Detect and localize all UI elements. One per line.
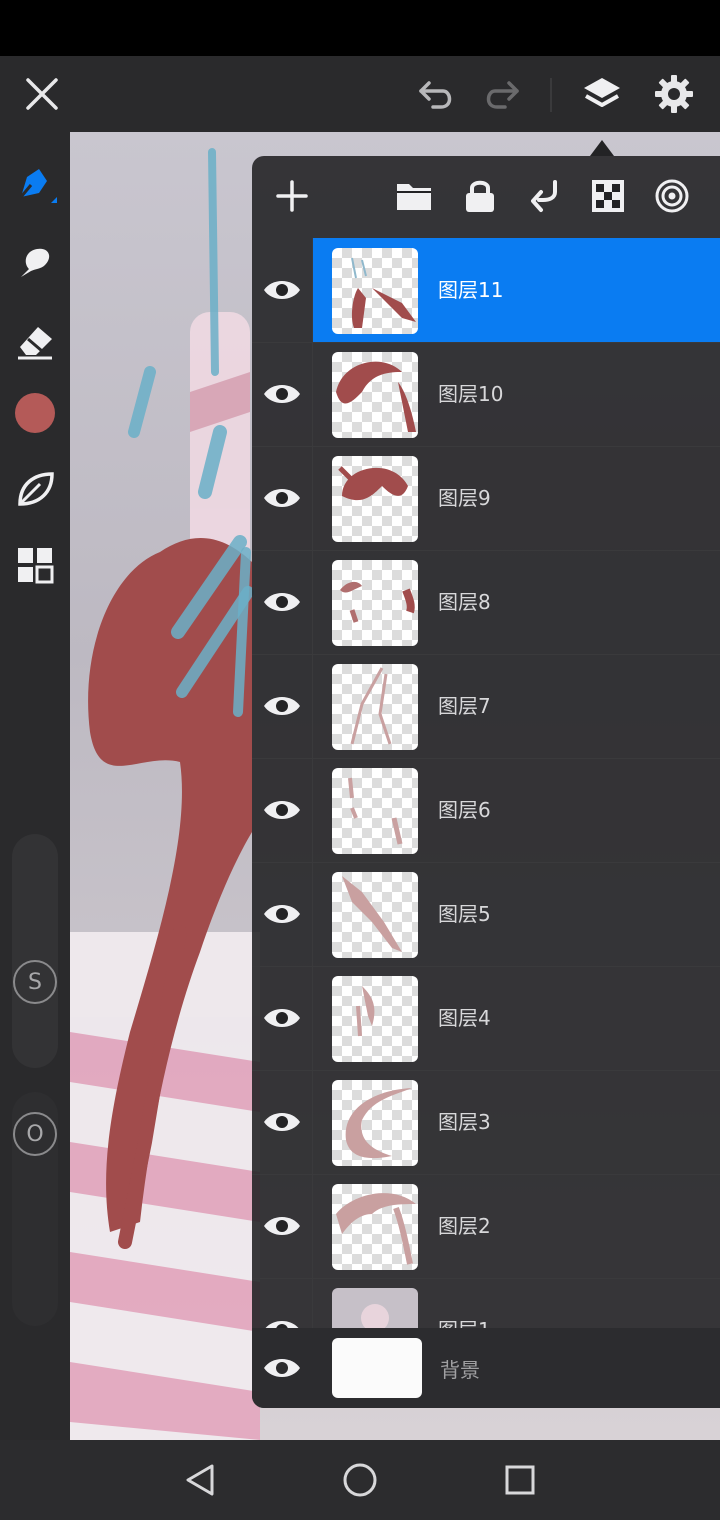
layer-row[interactable]: 图层11 (252, 238, 720, 343)
opacity-slider[interactable]: O (12, 1092, 58, 1326)
home-icon[interactable] (336, 1458, 384, 1502)
layer-thumbnail (332, 1080, 418, 1166)
layer-thumbnail (332, 1288, 418, 1328)
row-divider (312, 654, 313, 758)
eraser-icon[interactable] (8, 316, 62, 366)
layer-row[interactable]: 图层3 (252, 1070, 720, 1175)
eye-icon[interactable] (258, 790, 306, 830)
top-toolbar (0, 56, 720, 132)
toolbar-divider (550, 78, 552, 112)
row-divider (312, 238, 313, 342)
brush-icon[interactable] (8, 160, 62, 210)
row-divider (312, 862, 313, 966)
color-swatch[interactable] (8, 388, 62, 438)
eye-icon[interactable] (258, 998, 306, 1038)
layer-name: 图层4 (438, 1006, 491, 1030)
layer-row[interactable]: 图层9 (252, 446, 720, 551)
back-icon[interactable] (176, 1458, 224, 1502)
layer-row[interactable]: 图层5 (252, 862, 720, 967)
row-divider (312, 342, 313, 446)
eye-icon[interactable] (258, 894, 306, 934)
layer-row[interactable]: 图层1 (252, 1278, 720, 1328)
layer-row[interactable]: 图层7 (252, 654, 720, 759)
layer-row[interactable]: 图层2 (252, 1174, 720, 1279)
background-layer-row[interactable]: 背景 (252, 1328, 720, 1408)
size-slider[interactable]: S (12, 834, 58, 1068)
layer-list: 图层11 图层10 图层9 图层8 图层7 图层6 图层5 图层4 图层3 图层… (252, 238, 720, 1328)
eye-icon[interactable] (258, 686, 306, 726)
merge-down-icon[interactable] (522, 174, 566, 218)
layer-thumbnail (332, 352, 418, 438)
layer-name: 图层9 (438, 486, 491, 510)
row-divider (312, 1174, 313, 1278)
row-divider (312, 550, 313, 654)
eye-icon[interactable] (258, 478, 306, 518)
background-thumbnail (332, 1338, 422, 1398)
eye-icon[interactable] (258, 1102, 306, 1142)
add-icon[interactable] (270, 174, 314, 218)
size-slider-handle[interactable]: S (13, 960, 57, 1004)
eye-icon[interactable] (258, 270, 306, 310)
layer-thumbnail (332, 872, 418, 958)
layer-name: 图层8 (438, 590, 491, 614)
smudge-icon[interactable] (8, 238, 62, 288)
row-divider (312, 446, 313, 550)
layer-name: 图层7 (438, 694, 491, 718)
layer-thumbnail (332, 456, 418, 542)
folder-icon[interactable] (392, 174, 436, 218)
close-icon[interactable] (18, 70, 66, 118)
layers-panel-toolbar (252, 156, 720, 236)
eye-icon[interactable] (258, 1348, 306, 1388)
layer-row[interactable]: 图层10 (252, 342, 720, 447)
layer-thumbnail (332, 248, 418, 334)
opacity-slider-handle[interactable]: O (13, 1112, 57, 1156)
layer-name: 图层5 (438, 902, 491, 926)
layer-thumbnail (332, 664, 418, 750)
left-toolbar: S O (0, 132, 70, 1440)
grid-icon[interactable] (8, 540, 62, 590)
layer-row[interactable]: 图层4 (252, 966, 720, 1071)
layer-row[interactable]: 图层8 (252, 550, 720, 655)
eye-icon[interactable] (258, 374, 306, 414)
layer-thumbnail (332, 1184, 418, 1270)
layer-name: 图层6 (438, 798, 491, 822)
layer-name: 图层11 (438, 278, 504, 302)
layer-row[interactable]: 图层6 (252, 758, 720, 863)
size-label: S (28, 969, 42, 995)
eye-icon[interactable] (258, 1310, 306, 1328)
row-divider (312, 1278, 313, 1328)
panel-caret (590, 140, 614, 156)
blend-icon[interactable] (650, 174, 694, 218)
transparency-icon[interactable] (586, 174, 630, 218)
lock-icon[interactable] (458, 174, 502, 218)
row-divider (312, 1070, 313, 1174)
row-divider (312, 758, 313, 862)
gear-icon[interactable] (648, 68, 700, 120)
redo-icon[interactable] (476, 70, 526, 118)
undo-icon[interactable] (412, 70, 462, 118)
layer-name: 图层10 (438, 382, 504, 406)
layer-thumbnail (332, 768, 418, 854)
layers-icon[interactable] (576, 68, 628, 120)
eye-icon[interactable] (258, 1206, 306, 1246)
layer-name: 图层1 (438, 1314, 491, 1328)
layers-panel: 图层11 图层10 图层9 图层8 图层7 图层6 图层5 图层4 图层3 图层… (252, 156, 720, 1408)
row-divider (312, 966, 313, 1070)
eye-icon[interactable] (258, 582, 306, 622)
layer-thumbnail (332, 560, 418, 646)
navigation-bar (0, 1440, 720, 1520)
opacity-label: O (26, 1121, 44, 1147)
layer-name: 图层2 (438, 1214, 491, 1238)
status-bar (0, 0, 720, 56)
recents-icon[interactable] (496, 1458, 544, 1502)
layer-thumbnail (332, 976, 418, 1062)
layer-name: 图层3 (438, 1110, 491, 1134)
background-layer-name: 背景 (440, 1358, 480, 1382)
leaf-icon[interactable] (8, 464, 62, 514)
